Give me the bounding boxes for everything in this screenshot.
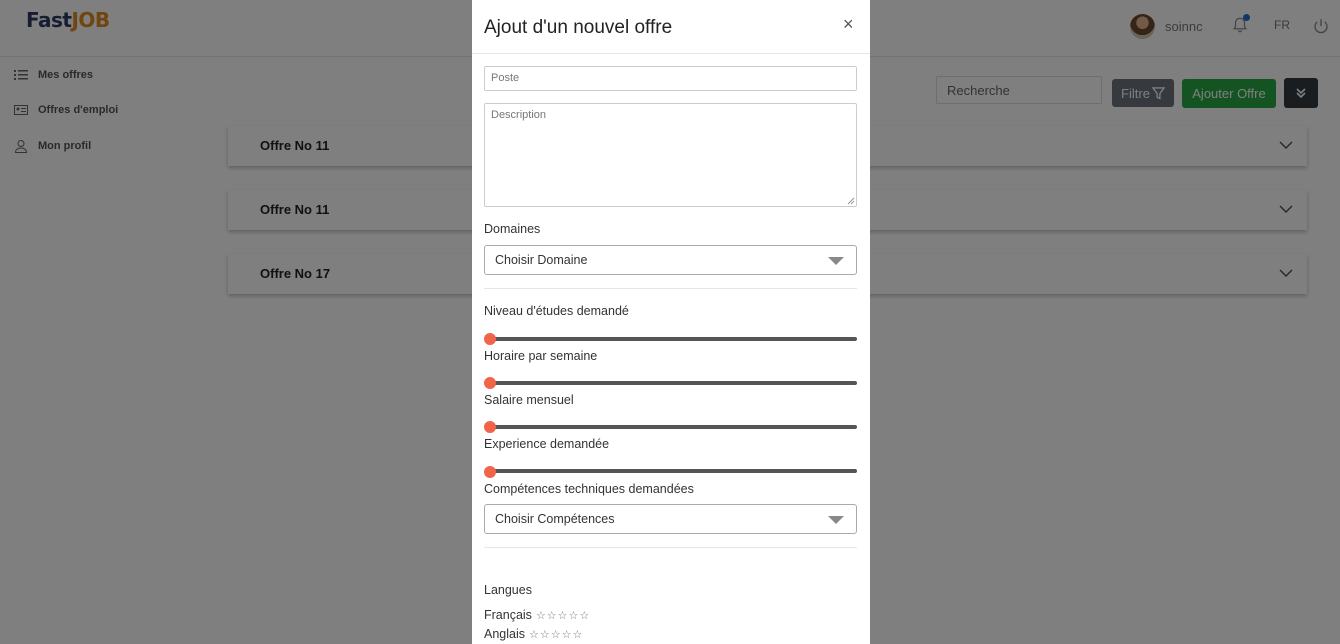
domaine-select-value: Choisir Domaine bbox=[495, 253, 588, 267]
resize-handle-icon[interactable] bbox=[847, 197, 855, 205]
competences-select-value: Choisir Compétences bbox=[495, 512, 615, 526]
language-name: Français bbox=[484, 608, 532, 622]
star-rating[interactable]: ☆☆☆☆☆ bbox=[536, 610, 590, 622]
langues-label: Langues bbox=[484, 583, 532, 597]
language-row-anglais: Anglais ☆☆☆☆☆ bbox=[484, 627, 583, 641]
language-row-francais: Français ☆☆☆☆☆ bbox=[484, 608, 590, 622]
domaines-label: Domaines bbox=[484, 222, 541, 236]
horaire-slider-thumb[interactable] bbox=[484, 377, 496, 389]
divider bbox=[484, 547, 857, 548]
domaine-select[interactable]: Choisir Domaine bbox=[484, 245, 857, 275]
experience-slider-track[interactable] bbox=[490, 469, 857, 473]
competences-label: Compétences techniques demandées bbox=[484, 482, 694, 496]
salaire-slider-track[interactable] bbox=[490, 425, 857, 429]
salaire-slider-thumb[interactable] bbox=[484, 421, 496, 433]
competences-select[interactable]: Choisir Compétences bbox=[484, 504, 857, 534]
dropdown-arrow-icon bbox=[828, 516, 844, 524]
horaire-label: Horaire par semaine bbox=[484, 349, 598, 363]
experience-slider-thumb[interactable] bbox=[484, 466, 496, 478]
star-rating[interactable]: ☆☆☆☆☆ bbox=[529, 629, 583, 641]
salaire-label: Salaire mensuel bbox=[484, 393, 574, 407]
niveau-etudes-slider-track[interactable] bbox=[490, 337, 857, 341]
modal-header: Ajout d'un nouvel offre × bbox=[472, 0, 870, 54]
dropdown-arrow-icon bbox=[828, 257, 844, 265]
poste-input[interactable]: Poste bbox=[484, 66, 857, 91]
niveau-etudes-slider-thumb[interactable] bbox=[484, 333, 496, 345]
modal-title: Ajout d'un nouvel offre bbox=[484, 17, 673, 38]
horaire-slider-track[interactable] bbox=[490, 381, 857, 385]
description-textarea[interactable]: Description bbox=[484, 103, 857, 207]
divider bbox=[484, 288, 857, 289]
add-offer-modal: Ajout d'un nouvel offre × Poste Descript… bbox=[472, 0, 870, 644]
language-name: Anglais bbox=[484, 627, 525, 641]
description-placeholder: Description bbox=[491, 109, 547, 121]
close-icon[interactable]: × bbox=[843, 14, 854, 35]
niveau-etudes-label: Niveau d'études demandé bbox=[484, 304, 629, 318]
experience-label: Experience demandée bbox=[484, 437, 610, 451]
